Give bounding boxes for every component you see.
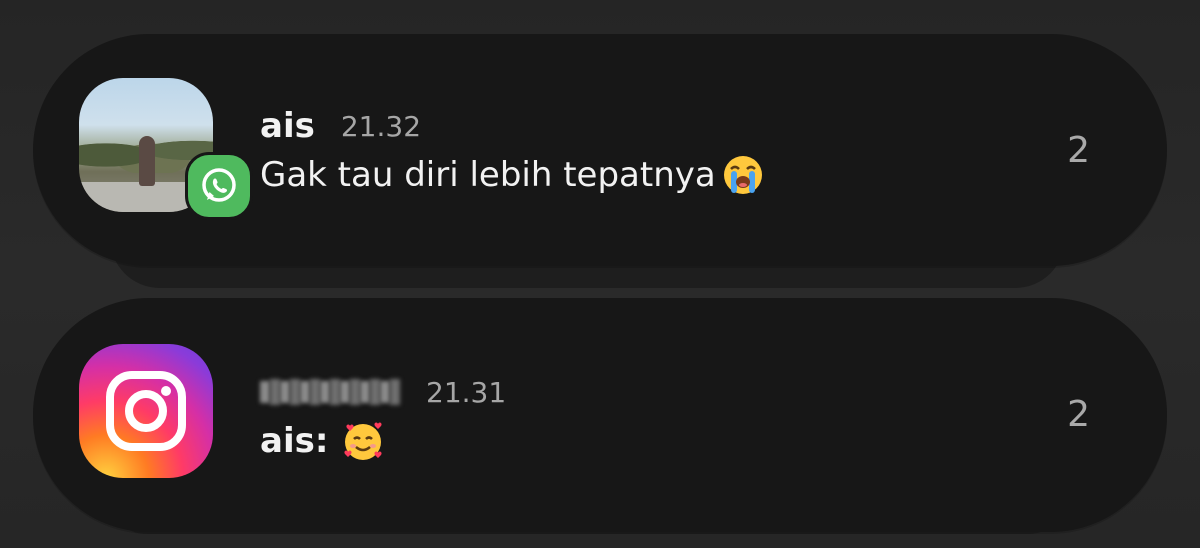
whatsapp-icon	[185, 152, 253, 220]
message-count: 2	[1067, 394, 1090, 435]
message-preview: Gak tau diri lebih tepatnya	[260, 154, 764, 196]
blurred-sender-name	[260, 374, 400, 410]
message-preview: ais:	[260, 420, 506, 462]
notification-time: 21.32	[340, 109, 422, 143]
instagram-icon	[79, 344, 213, 478]
message-sender-prefix: ais:	[260, 421, 329, 461]
notification-card-instagram[interactable]: 21.31 ais: 2	[33, 298, 1167, 532]
notification-panel: ais 21.32 Gak tau diri lebih tepatnya 2 …	[0, 0, 1200, 548]
message-count: 2	[1067, 130, 1090, 171]
message-text: Gak tau diri lebih tepatnya	[260, 155, 716, 195]
loudly-crying-face-emoji	[722, 154, 764, 196]
notification-content: ais 21.32 Gak tau diri lebih tepatnya	[260, 104, 764, 196]
sender-name: ais	[260, 106, 315, 146]
notification-content: 21.31 ais:	[260, 370, 506, 462]
notification-card-whatsapp[interactable]: ais 21.32 Gak tau diri lebih tepatnya 2	[33, 34, 1167, 266]
notification-time: 21.31	[426, 375, 507, 409]
smiling-face-with-hearts-emoji	[342, 420, 384, 462]
